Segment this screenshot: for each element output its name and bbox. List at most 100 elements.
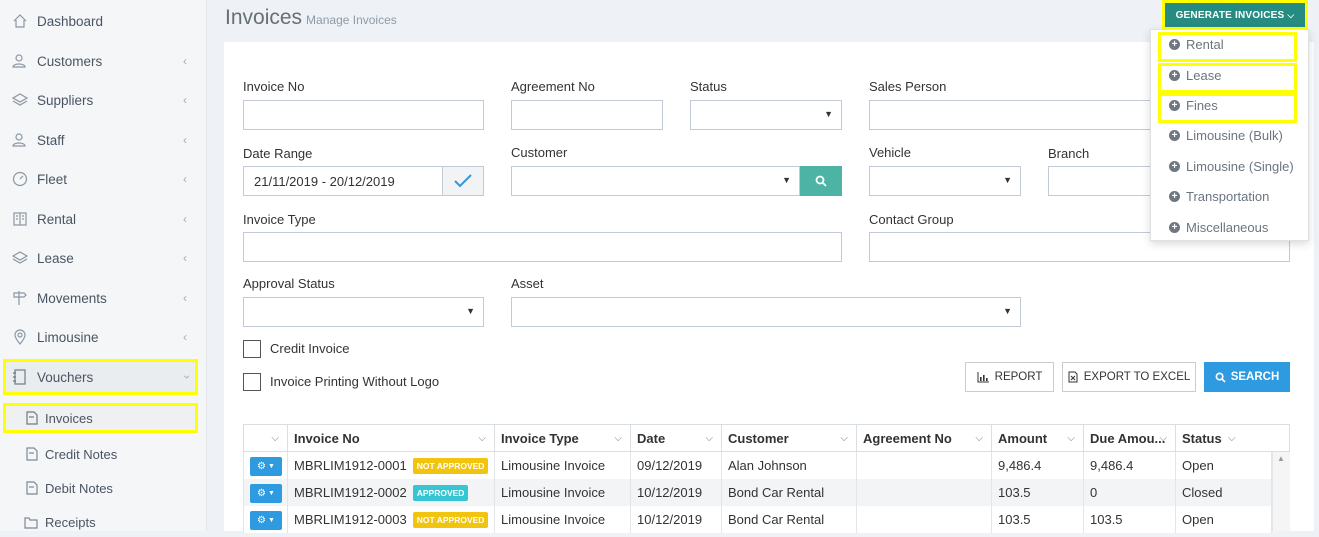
amount-cell: 103.5 bbox=[992, 506, 1084, 533]
chevron-down-icon: ‹ bbox=[179, 375, 193, 379]
plus-circle-icon: + bbox=[1169, 221, 1180, 233]
menu-item-transportation[interactable]: + Transportation bbox=[1151, 182, 1310, 210]
sidebar-item-staff[interactable]: Staff ‹ bbox=[0, 122, 207, 158]
table-row[interactable]: ⚙ ▼ MBRLIM1912-0003 NOT APPROVED Limousine… bbox=[243, 506, 1272, 533]
sidebar-item-label: Lease bbox=[37, 250, 74, 266]
user-icon bbox=[11, 131, 29, 149]
chevron-down-icon: ⌵ bbox=[271, 432, 279, 444]
scroll-up-icon[interactable]: ▲ bbox=[1277, 454, 1285, 463]
caret-down-icon: ▼ bbox=[268, 517, 275, 524]
generate-invoices-button[interactable]: GENERATE INVOICES ⌵ bbox=[1165, 3, 1305, 27]
vehicle-label: Vehicle bbox=[869, 145, 911, 160]
column-header[interactable]: Amount ⌵ bbox=[992, 424, 1084, 452]
status-label: Status bbox=[690, 79, 727, 94]
column-header[interactable]: Customer ⌵ bbox=[722, 424, 857, 452]
chevron-down-icon: ⌵ bbox=[1159, 432, 1167, 444]
location-pin-icon bbox=[11, 328, 29, 346]
sidebar-item-rental[interactable]: Rental ‹ bbox=[0, 201, 207, 237]
sidebar-item-fleet[interactable]: Fleet ‹ bbox=[0, 161, 207, 197]
branch-label: Branch bbox=[1048, 146, 1090, 161]
sidebar-sub-debit-notes[interactable]: Debit Notes bbox=[0, 473, 207, 503]
agreement-no-input[interactable] bbox=[511, 100, 663, 130]
customer-label: Customer bbox=[511, 145, 568, 160]
chevron-down-icon: ⌵ bbox=[975, 432, 983, 444]
print-no-logo-checkbox[interactable] bbox=[243, 373, 261, 391]
chevron-down-icon: ⌵ bbox=[614, 432, 622, 444]
row-actions-button[interactable]: ⚙ ▼ bbox=[250, 511, 282, 530]
sidebar-item-label: Suppliers bbox=[37, 92, 94, 108]
status-select[interactable]: ▼ bbox=[690, 100, 842, 130]
due-amount-cell: 9,486.4 bbox=[1084, 452, 1176, 479]
asset-select[interactable]: ▼ bbox=[511, 297, 1021, 327]
invoice-no-label: Invoice No bbox=[243, 79, 305, 94]
plus-circle-icon: + bbox=[1169, 160, 1180, 172]
column-header[interactable]: Date ⌵ bbox=[631, 424, 722, 452]
caret-down-icon: ▼ bbox=[1003, 175, 1012, 185]
menu-item-fines[interactable]: + Fines bbox=[1151, 91, 1310, 119]
credit-invoice-checkbox[interactable] bbox=[243, 340, 261, 358]
sidebar: Dashboard Customers ‹ Suppliers ‹ Staff … bbox=[0, 0, 207, 531]
invoice-type-select[interactable] bbox=[243, 232, 842, 262]
table-row[interactable]: ⚙ ▼ MBRLIM1912-0001 NOT APPROVED Limousine… bbox=[243, 452, 1272, 479]
date-range-input[interactable]: 21/11/2019 - 20/12/2019 bbox=[243, 166, 443, 196]
invoice-no-cell[interactable]: MBRLIM1912-0002 APPROVED bbox=[288, 479, 495, 506]
row-actions-button[interactable]: ⚙ ▼ bbox=[250, 484, 282, 503]
amount-cell: 103.5 bbox=[992, 479, 1084, 506]
sidebar-item-suppliers[interactable]: Suppliers ‹ bbox=[0, 82, 207, 118]
sidebar-item-dashboard[interactable]: Dashboard bbox=[0, 3, 207, 39]
menu-item-limousine-single[interactable]: + Limousine (Single) bbox=[1151, 152, 1310, 180]
menu-item-rental[interactable]: + Rental bbox=[1151, 30, 1310, 58]
row-actions-button[interactable]: ⚙ ▼ bbox=[250, 457, 282, 476]
document-icon bbox=[24, 481, 38, 495]
sidebar-item-vouchers[interactable]: Vouchers ‹ bbox=[3, 359, 198, 395]
export-excel-button[interactable]: EXPORT TO EXCEL bbox=[1062, 362, 1196, 392]
column-header[interactable]: Invoice No ⌵ bbox=[288, 424, 495, 452]
sidebar-sub-receipts[interactable]: Receipts bbox=[0, 507, 207, 537]
row-actions-cell: ⚙ ▼ bbox=[243, 506, 288, 533]
column-header[interactable]: Agreement No ⌵ bbox=[857, 424, 992, 452]
customer-cell: Bond Car Rental bbox=[722, 479, 857, 506]
table-scrollbar[interactable]: ▲ bbox=[1272, 452, 1290, 531]
gear-icon: ⚙ bbox=[257, 461, 267, 472]
sidebar-sub-credit-notes[interactable]: Credit Notes bbox=[0, 439, 207, 469]
approval-status-select[interactable]: ▼ bbox=[243, 297, 484, 327]
vehicle-select[interactable]: ▼ bbox=[869, 166, 1021, 196]
date-range-label: Date Range bbox=[243, 146, 313, 161]
menu-item-lease[interactable]: + Lease bbox=[1151, 61, 1310, 89]
sidebar-item-label: Rental bbox=[37, 211, 77, 227]
sidebar-item-label: Staff bbox=[37, 132, 65, 148]
row-actions-cell: ⚙ ▼ bbox=[243, 452, 288, 479]
sidebar-item-customers[interactable]: Customers ‹ bbox=[0, 43, 207, 79]
sidebar-item-limousine[interactable]: Limousine ‹ bbox=[0, 319, 207, 355]
menu-item-label: Lease bbox=[1186, 67, 1222, 83]
customer-select[interactable]: ▼ bbox=[511, 166, 800, 196]
menu-item-limousine-bulk[interactable]: + Limousine (Bulk) bbox=[1151, 121, 1310, 149]
customer-search-button[interactable] bbox=[800, 166, 842, 196]
chevron-left-icon: ‹ bbox=[183, 251, 187, 265]
column-actions-header[interactable]: ⌵ bbox=[243, 424, 288, 452]
agreement-no-label: Agreement No bbox=[511, 79, 595, 94]
invoice-no-cell[interactable]: MBRLIM1912-0001 NOT APPROVED bbox=[288, 452, 495, 479]
invoice-no-cell[interactable]: MBRLIM1912-0003 NOT APPROVED bbox=[288, 506, 495, 533]
sidebar-item-lease[interactable]: Lease ‹ bbox=[0, 240, 207, 276]
invoice-no-text: MBRLIM1912-0001 bbox=[294, 458, 407, 473]
sidebar-item-label: Movements bbox=[37, 290, 107, 306]
date-cell: 10/12/2019 bbox=[631, 506, 722, 533]
date-apply-button[interactable] bbox=[443, 166, 484, 196]
due-amount-cell: 0 bbox=[1084, 479, 1176, 506]
column-header[interactable]: Status ⌵ bbox=[1176, 424, 1290, 452]
invoice-no-input[interactable] bbox=[243, 100, 484, 130]
print-no-logo-label: Invoice Printing Without Logo bbox=[270, 374, 440, 389]
column-header[interactable]: Invoice Type ⌵ bbox=[495, 424, 631, 452]
column-header[interactable]: Due Amou... ⌵ bbox=[1084, 424, 1176, 452]
chevron-down-icon: ⌵ bbox=[1228, 432, 1236, 444]
sidebar-item-movements[interactable]: Movements ‹ bbox=[0, 280, 207, 316]
chevron-left-icon: ‹ bbox=[183, 172, 187, 186]
search-button[interactable]: SEARCH bbox=[1204, 362, 1290, 392]
chevron-down-icon: ⌵ bbox=[1067, 432, 1075, 444]
menu-item-miscellaneous[interactable]: + Miscellaneous bbox=[1151, 213, 1310, 241]
report-button[interactable]: REPORT bbox=[965, 362, 1054, 392]
sidebar-sub-invoices[interactable]: Invoices bbox=[3, 403, 198, 433]
table-row[interactable]: ⚙ ▼ MBRLIM1912-0002 APPROVED Limousine Inv… bbox=[243, 479, 1272, 506]
chevron-left-icon: ‹ bbox=[183, 212, 187, 226]
